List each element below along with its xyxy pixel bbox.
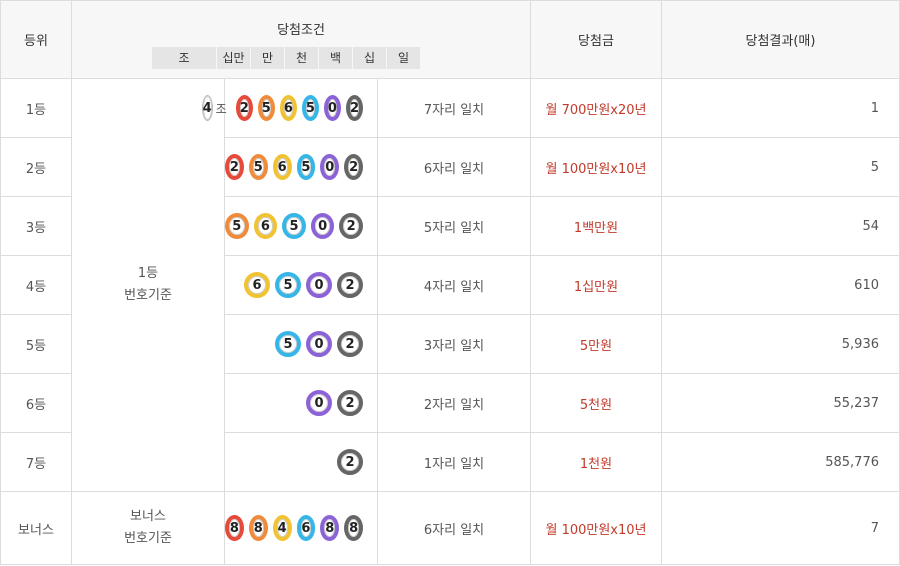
balls-cell: 6 5 0 2: [224, 255, 378, 315]
balls-cell: 5 6 5 0 2: [224, 196, 378, 256]
ball: 0: [310, 213, 335, 239]
ball: 2: [225, 154, 244, 180]
header-condition-label: 당첨조건: [277, 22, 325, 38]
position-1: 일: [387, 46, 421, 69]
ball: 5: [282, 213, 306, 239]
position-100k: 십만: [217, 46, 251, 69]
rank-cell: 4등: [0, 255, 72, 315]
result-cell: 7: [661, 491, 900, 565]
result-cell: 55,237: [661, 373, 900, 433]
ball: 5: [225, 213, 249, 239]
table-row: 1등 1등 번호기준 4 조 2 5 6 5 0 2 7자리 일치 월 700만…: [0, 78, 900, 492]
basis-first-line2: 번호기준: [124, 288, 172, 303]
ball: 5: [257, 95, 275, 121]
header-condition: 당첨조건 조 십만 만 천 백 십 일: [71, 0, 531, 79]
header-prize: 당첨금: [530, 0, 662, 79]
ball: 5: [248, 154, 268, 180]
ball-group: 4: [201, 95, 213, 121]
ball: 2: [345, 95, 363, 121]
header-rank: 등위: [0, 0, 72, 79]
rank-cell: 3등: [0, 196, 72, 256]
result-cell: 585,776: [661, 432, 900, 492]
ball: 8: [344, 515, 363, 541]
ball: 5: [296, 154, 316, 180]
result-cell: 610: [661, 255, 900, 315]
result-cell: 5,936: [661, 314, 900, 374]
match-cell: 6자리 일치: [377, 491, 531, 565]
rank-cell: 5등: [0, 314, 72, 374]
ball: 6: [272, 154, 292, 180]
ball: 0: [306, 272, 332, 298]
rank-cell: 2등: [0, 137, 72, 197]
prize-cell: 1천원: [530, 432, 662, 492]
prize-cell: 1백만원: [530, 196, 662, 256]
ball: 2: [344, 154, 363, 180]
balls-cell: 8 8 4 6 8 8: [224, 491, 378, 565]
result-cell: 54: [661, 196, 900, 256]
ball: 6: [279, 95, 297, 121]
ball: 8: [248, 515, 268, 541]
balls-cell: 5 0 2: [224, 314, 378, 374]
ball: 6: [253, 213, 278, 239]
prize-cell: 월 700만원x20년: [530, 78, 662, 138]
match-cell: 6자리 일치: [377, 137, 531, 197]
jo-unit: 조: [215, 101, 227, 116]
position-jo: 조: [152, 46, 217, 69]
prize-cell: 5천원: [530, 373, 662, 433]
prize-cell: 1십만원: [530, 255, 662, 315]
position-10: 십: [353, 46, 387, 69]
ball: 2: [337, 272, 363, 298]
balls-cell: 2: [224, 432, 378, 492]
ball: 0: [323, 95, 341, 121]
match-cell: 1자리 일치: [377, 432, 531, 492]
balls-cell: 4 조 2 5 6 5 0 2: [201, 78, 378, 138]
ball: 0: [306, 390, 332, 416]
result-cell: 1: [661, 78, 900, 138]
basis-bonus-cell: 보너스 번호기준: [71, 491, 225, 565]
ball: 0: [320, 154, 340, 180]
ball: 2: [339, 213, 363, 239]
ball: 6: [244, 272, 270, 298]
prize-cell: 5만원: [530, 314, 662, 374]
ball: 5: [301, 95, 319, 121]
table-row-bonus: 보너스 보너스 번호기준 8 8 4 6 8 8 6자리 일치 월 100만원x…: [0, 491, 900, 565]
ball: 2: [337, 390, 363, 416]
balls-cell: 2 5 6 5 0 2: [224, 137, 378, 197]
header-result: 당첨결과(매): [661, 0, 900, 79]
match-cell: 4자리 일치: [377, 255, 531, 315]
position-1k: 천: [285, 46, 319, 69]
match-cell: 5자리 일치: [377, 196, 531, 256]
pension-lottery-result-table: 등위 당첨조건 조 십만 만 천 백 십 일 당첨금 당첨결과(매) 1등 1등: [0, 0, 900, 565]
ball: 2: [337, 449, 363, 475]
ball: 0: [306, 331, 332, 357]
result-cell: 5: [661, 137, 900, 197]
match-cell: 2자리 일치: [377, 373, 531, 433]
basis-bonus-line2: 번호기준: [124, 531, 172, 546]
prize-cell: 월 100만원x10년: [530, 491, 662, 565]
rank-cell: 1등: [0, 78, 72, 138]
rank-cell: 보너스: [0, 491, 72, 565]
ball: 2: [235, 95, 253, 121]
position-labels: 조 십만 만 천 백 십 일: [152, 46, 530, 69]
rank-cell: 6등: [0, 373, 72, 433]
basis-first-cell: 1등 번호기준: [71, 78, 225, 492]
position-10k: 만: [251, 46, 285, 69]
rank-cell: 7등: [0, 432, 72, 492]
ball: 8: [320, 515, 340, 541]
match-cell: 3자리 일치: [377, 314, 531, 374]
basis-bonus-line1: 보너스: [130, 509, 166, 524]
position-100: 백: [319, 46, 353, 69]
ball: 8: [225, 515, 244, 541]
match-cell: 7자리 일치: [377, 78, 531, 138]
ball: 2: [337, 331, 363, 357]
ball: 4: [272, 515, 292, 541]
prize-cell: 월 100만원x10년: [530, 137, 662, 197]
ball: 5: [275, 272, 301, 298]
ball: 5: [275, 331, 301, 357]
balls-cell: 0 2: [224, 373, 378, 433]
ball: 6: [296, 515, 316, 541]
basis-first-line1: 1등: [137, 266, 159, 281]
